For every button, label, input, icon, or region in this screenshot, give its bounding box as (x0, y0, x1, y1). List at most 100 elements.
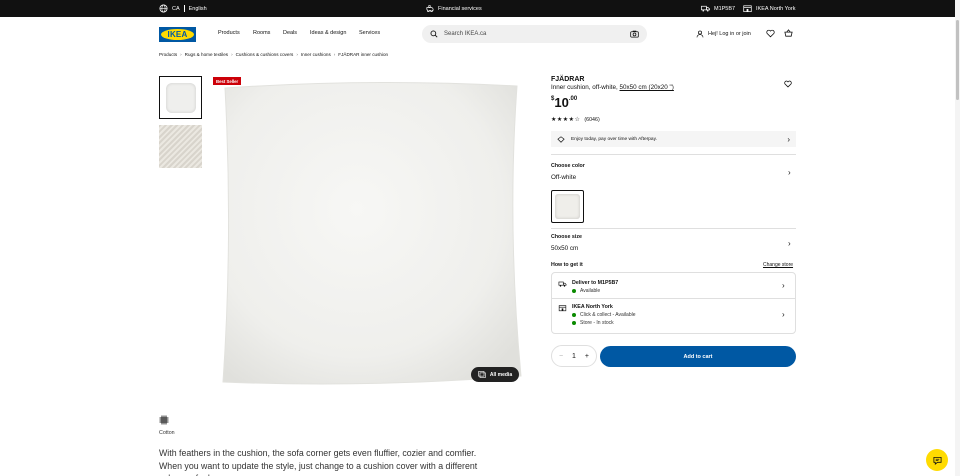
change-store-link[interactable]: Change store (763, 262, 793, 268)
best-seller-badge: Best Seller (213, 77, 242, 85)
chevron-right-icon: › (782, 310, 785, 319)
login-link[interactable]: Hej! Log in or join (696, 30, 751, 38)
chevron-right-icon: › (180, 52, 182, 57)
afterpay-banner[interactable]: Enjoy today, pay over time with Afterpay… (551, 131, 796, 147)
chat-button[interactable] (926, 449, 948, 471)
breadcrumb-inner-cushions[interactable]: Inner cushions (301, 52, 331, 57)
search-bar[interactable]: Search IKEA.ca (422, 25, 647, 43)
camera-icon[interactable] (630, 30, 639, 38)
size-value: 50x50 cm (551, 245, 579, 252)
all-media-button[interactable]: All media (471, 367, 519, 382)
page-scrollbar[interactable] (955, 0, 960, 476)
product-size-link[interactable]: 50x50 cm (20x20 ") (620, 84, 674, 91)
material-label: Cotton (159, 430, 175, 436)
nav-ideas-design[interactable]: Ideas & design (310, 30, 346, 36)
truck-icon (558, 281, 567, 287)
chat-icon (932, 456, 942, 465)
price: $ 10 .00 (551, 95, 577, 110)
login-label: Hej! Log in or join (708, 31, 751, 37)
piggybank-icon (426, 5, 434, 13)
available-dot (572, 289, 576, 293)
color-swatch-off-white[interactable] (551, 190, 584, 223)
logo-oval: IKEA (161, 29, 194, 40)
decrease-quantity-button[interactable]: − (559, 353, 563, 360)
add-to-cart-button[interactable]: Add to cart (600, 346, 796, 367)
user-icon (696, 30, 704, 38)
choose-size-label: Choose size (551, 234, 582, 240)
quantity-stepper: − 1 + (551, 345, 597, 367)
chevron-right-icon: › (787, 134, 790, 144)
chevron-right-icon[interactable]: › (788, 239, 791, 248)
divider (183, 5, 185, 12)
store-icon (558, 305, 567, 312)
financial-services-label: Financial services (438, 5, 482, 12)
store-status-stock-text: Store - In stock (580, 320, 614, 326)
nav-products[interactable]: Products (218, 30, 240, 36)
chevron-right-icon: › (333, 52, 336, 57)
price-decimal: .00 (568, 96, 578, 102)
product-image[interactable] (211, 76, 530, 385)
product-summary: With feathers in the cushion, the sofa c… (159, 448, 478, 476)
deliver-title: Deliver to M1P5B7 (572, 280, 619, 286)
store-title: IKEA North York (572, 304, 613, 310)
store-label: IKEA North York (756, 5, 796, 12)
store-status-collect-text: Click & collect - Available (580, 312, 636, 318)
globe-icon (159, 4, 168, 13)
language-label: English (188, 5, 207, 12)
top-bar: CA English Financial services M1P5B7 IKE… (0, 0, 960, 17)
store-status-stock: Store - In stock (572, 320, 614, 326)
country-code: CA (172, 5, 180, 12)
review-count: (6046) (584, 116, 600, 123)
nav-services[interactable]: Services (359, 30, 380, 36)
store-icon (743, 5, 752, 13)
choose-color-label: Choose color (551, 163, 585, 169)
cart-icon[interactable] (784, 29, 793, 38)
delivery-options: Deliver to M1P5B7 Available › IKEA North… (551, 272, 796, 334)
breadcrumb-products[interactable]: Products (159, 52, 177, 57)
store-selector[interactable]: IKEA North York (743, 0, 795, 17)
heart-icon[interactable] (784, 80, 792, 88)
ikea-logo[interactable]: IKEA (159, 27, 196, 42)
chevron-right-icon: › (782, 281, 785, 290)
truck-icon (701, 5, 710, 12)
country-selector[interactable]: CA English (159, 0, 207, 17)
afterpay-icon (557, 135, 565, 143)
heart-icon[interactable] (766, 29, 775, 38)
color-value: Off-white (551, 174, 577, 181)
breadcrumb-rugs[interactable]: Rugs & home textiles (185, 52, 228, 57)
store-row[interactable]: IKEA North York Click & collect - Availa… (552, 304, 795, 330)
store-status-collect: Click & collect - Available (572, 312, 636, 318)
star-rating-icon: ★★★★☆ (551, 117, 581, 123)
increase-quantity-button[interactable]: + (585, 353, 589, 360)
search-placeholder: Search IKEA.ca (444, 31, 487, 37)
breadcrumb: Products › Rugs & home textiles › Cushio… (159, 52, 388, 57)
scrollbar-thumb[interactable] (956, 20, 959, 100)
thumbnail-1[interactable] (159, 76, 202, 119)
chevron-right-icon: › (231, 52, 233, 57)
available-dot (572, 321, 576, 325)
breadcrumb-cushions[interactable]: Cushions & cushions covers (236, 52, 294, 57)
thumbnail-2[interactable] (159, 125, 202, 168)
chevron-right-icon: › (296, 52, 298, 57)
financial-services-link[interactable]: Financial services (425, 0, 482, 17)
divider (551, 154, 796, 155)
breadcrumb-current: FJÄDRAR inner cushion (338, 52, 389, 57)
divider (552, 298, 795, 299)
postal-code-selector[interactable]: M1P5B7 (701, 0, 735, 17)
divider (551, 228, 796, 229)
fabric-icon (159, 415, 169, 425)
chevron-right-icon[interactable]: › (788, 168, 791, 177)
how-to-get-label: How to get it (551, 262, 583, 268)
header: IKEA Products Rooms Deals Ideas & design… (0, 17, 955, 51)
postal-code-label: M1P5B7 (714, 5, 736, 12)
nav-rooms[interactable]: Rooms (253, 30, 270, 36)
rating[interactable]: ★★★★☆ (6046) (551, 116, 600, 124)
afterpay-text: Enjoy today, pay over time with Afterpay… (571, 136, 657, 142)
logo-text: IKEA (167, 30, 188, 39)
cushion-thumbnail-image (166, 83, 196, 113)
search-icon (430, 30, 438, 38)
deliver-status: Available (572, 288, 600, 294)
nav-deals[interactable]: Deals (283, 30, 297, 36)
quantity-value[interactable]: 1 (572, 353, 576, 360)
product-description: Inner cushion, off-white, 50x50 cm (20x2… (551, 84, 674, 91)
